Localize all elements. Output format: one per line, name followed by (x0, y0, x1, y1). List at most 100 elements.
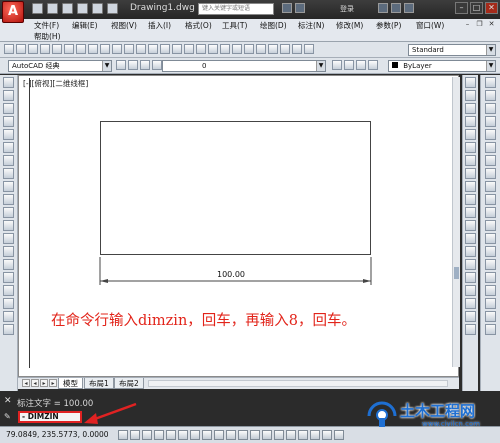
layer-tools-icon[interactable] (292, 44, 302, 54)
menu-tools[interactable]: 工具(T) (222, 20, 247, 31)
bring-front-icon[interactable] (485, 103, 496, 114)
polyline-icon[interactable] (3, 103, 14, 114)
text-style-icon[interactable] (304, 44, 314, 54)
new-icon[interactable] (32, 3, 43, 14)
exchange-icon[interactable] (378, 3, 388, 13)
search-input[interactable]: 键入关键字或短语 (198, 3, 274, 15)
tab-layout1[interactable]: 布局1 (84, 378, 114, 389)
mirror-icon[interactable] (465, 103, 476, 114)
sun-icon[interactable] (152, 60, 162, 70)
revcloud-icon[interactable] (3, 168, 14, 179)
osnap-icon[interactable] (166, 430, 176, 440)
doc-close-icon[interactable]: ✕ (487, 20, 496, 28)
tab-model[interactable]: 模型 (58, 378, 83, 389)
snap-midpoint-icon[interactable] (485, 142, 496, 153)
layer-state-icon[interactable] (356, 60, 366, 70)
ortho-icon[interactable] (142, 430, 152, 440)
last-tab-icon[interactable]: ▸ (49, 379, 57, 387)
command-line-input[interactable]: - DIMZIN (18, 411, 82, 423)
circle-icon[interactable] (3, 155, 14, 166)
login-button[interactable]: 登录 (340, 4, 354, 14)
break-icon[interactable] (465, 220, 476, 231)
layer-select[interactable]: 0 ▼ (162, 60, 326, 72)
menu-file[interactable]: 文件(F) (34, 20, 59, 31)
doc-minimize-icon[interactable]: – (463, 20, 472, 28)
model-space-icon[interactable] (274, 430, 284, 440)
doc-restore-icon[interactable]: ❐ (475, 20, 484, 28)
ducs-icon[interactable] (202, 430, 212, 440)
layer-previous-icon[interactable] (344, 60, 354, 70)
insert-block-icon[interactable] (3, 220, 14, 231)
transparency-icon[interactable] (238, 430, 248, 440)
pan-icon[interactable] (160, 44, 170, 54)
workspace-switch-icon[interactable] (334, 430, 344, 440)
publish-icon[interactable] (64, 44, 74, 54)
snap-tangent-icon[interactable] (485, 194, 496, 205)
next-tab-icon[interactable]: ▸ (40, 379, 48, 387)
gradient-icon[interactable] (3, 272, 14, 283)
properties-icon[interactable] (208, 44, 218, 54)
menu-draw[interactable]: 绘图(D) (260, 20, 287, 31)
redo-icon[interactable] (107, 3, 118, 14)
rotate-icon[interactable] (465, 155, 476, 166)
table-icon[interactable] (3, 298, 14, 309)
undo-icon[interactable] (92, 3, 103, 14)
open-tool-icon[interactable] (16, 44, 26, 54)
snap-mode-icon[interactable] (118, 430, 128, 440)
dimension-text[interactable]: 100.00 (217, 270, 245, 279)
snap-center-icon[interactable] (485, 168, 496, 179)
hatch-icon[interactable] (3, 259, 14, 270)
ellipse-icon[interactable] (3, 194, 14, 205)
dim-radius-icon[interactable] (465, 311, 476, 322)
new-tool-icon[interactable] (4, 44, 14, 54)
join-icon[interactable] (465, 233, 476, 244)
rectangle-icon[interactable] (3, 129, 14, 140)
menu-dimension[interactable]: 标注(N) (298, 20, 324, 31)
3d-osnap-icon[interactable] (178, 430, 188, 440)
offset-icon[interactable] (465, 116, 476, 127)
dim-diameter-icon[interactable] (465, 324, 476, 335)
search-icon[interactable] (282, 3, 292, 13)
help-tool-icon[interactable] (280, 44, 290, 54)
quickcalc-icon[interactable] (268, 44, 278, 54)
spline-icon[interactable] (3, 181, 14, 192)
close-icon[interactable]: ✕ (485, 2, 498, 14)
first-tab-icon[interactable]: ◂ (22, 379, 30, 387)
menu-insert[interactable]: 插入(I) (148, 20, 171, 31)
mtext-icon[interactable] (3, 311, 14, 322)
line-icon[interactable] (3, 77, 14, 88)
send-back-icon[interactable] (485, 116, 496, 127)
annotation-scale-icon[interactable] (322, 430, 332, 440)
snap-intersection-icon[interactable] (485, 155, 496, 166)
snap-perpendicular-icon[interactable] (485, 207, 496, 218)
point-icon[interactable] (3, 246, 14, 257)
workspace-select[interactable]: AutoCAD 经典 ▼ (8, 60, 112, 72)
user-icon[interactable] (295, 3, 305, 13)
dyn-icon[interactable] (214, 430, 224, 440)
close-icon[interactable]: ✕ (4, 396, 12, 406)
menu-help[interactable]: 帮助(H) (34, 31, 61, 42)
copy-icon[interactable] (88, 44, 98, 54)
tool-palettes-icon[interactable] (232, 44, 242, 54)
pan-status-icon[interactable] (298, 430, 308, 440)
snap-none-icon[interactable] (485, 272, 496, 283)
zoom-window-icon[interactable] (184, 44, 194, 54)
markup-icon[interactable] (256, 44, 266, 54)
scale-icon[interactable] (465, 168, 476, 179)
snap-parallel-icon[interactable] (485, 220, 496, 231)
menu-parametric[interactable]: 参数(P) (376, 20, 401, 31)
application-menu-button[interactable]: A (2, 1, 24, 23)
maximize-icon[interactable]: □ (470, 2, 483, 14)
dim-update-icon[interactable] (485, 324, 496, 335)
zoom-status-icon[interactable] (310, 430, 320, 440)
dim-linear-icon[interactable] (465, 285, 476, 296)
open-icon[interactable] (47, 3, 58, 14)
drawing-area[interactable]: [-][俯视][二维线框] 100.00 在命令行输入dimzin，回车，再输入… (18, 75, 460, 377)
save-tool-icon[interactable] (28, 44, 38, 54)
draw-order-icon[interactable] (485, 90, 496, 101)
undo-tool-icon[interactable] (136, 44, 146, 54)
text-style-select[interactable]: Standard ▼ (408, 44, 496, 56)
add-selected-icon[interactable] (3, 324, 14, 335)
snap-node-icon[interactable] (485, 246, 496, 257)
block-editor-icon[interactable] (124, 44, 134, 54)
